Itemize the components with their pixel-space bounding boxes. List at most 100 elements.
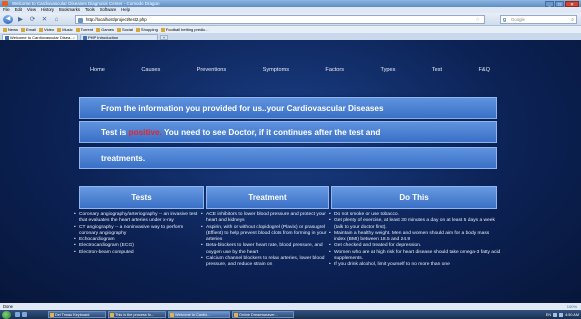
network-icon[interactable] — [553, 312, 558, 317]
result-text-line-1: From the information you provided for us… — [101, 104, 384, 113]
page-favicon-icon — [78, 17, 83, 23]
bookmark-video[interactable]: Video — [39, 26, 54, 33]
close-window-button[interactable]: ✕ — [565, 0, 579, 7]
bookmark-email[interactable]: Email — [21, 26, 36, 33]
browser-app-icon — [2, 1, 8, 6]
bookmark-news[interactable]: News — [3, 26, 18, 33]
stop-button[interactable]: ✕ — [40, 15, 49, 24]
bookmark-shopping[interactable]: Shopping — [135, 26, 158, 33]
test-status-positive: positive. — [128, 128, 162, 137]
treatment-list: ACE inhibitors to lower blood pressure a… — [201, 212, 330, 269]
folder-icon — [57, 27, 62, 32]
taskbar-item-dreamweaver[interactable]: Online Dreamweaver... — [232, 311, 294, 318]
tab-strip: Welcome to Cardiovascular Disea... × PHP… — [0, 33, 581, 40]
address-bar[interactable]: http://localhost/project/test2.php ☆ — [75, 15, 485, 24]
app-icon — [170, 313, 174, 317]
list-item: Coronary angiography/arteriography -- an… — [74, 212, 203, 225]
page-content: Home Causes Preventions Symptoms Factors… — [0, 40, 581, 303]
list-item: Beta-blockers to lower heart rate, blood… — [201, 243, 330, 256]
volume-icon[interactable] — [559, 312, 564, 317]
tab-label: Welcome to Cardiovascular Disea... — [10, 34, 74, 40]
list-item: Women who are at high risk for heart dis… — [329, 250, 501, 263]
search-box[interactable]: g Google ⌕ — [500, 15, 577, 24]
maximize-button[interactable]: □ — [555, 0, 564, 7]
list-item: Maintain a healthy weight. Men and women… — [329, 231, 501, 244]
quick-launch-folder-icon[interactable] — [22, 312, 27, 317]
result-banner-line-2: Test is positive. You need to see Doctor… — [79, 121, 497, 143]
taskbar: Del Trwau Keyboard This is the process f… — [0, 310, 581, 319]
status-text: Done — [3, 304, 14, 309]
nav-types[interactable]: Types — [380, 63, 395, 77]
url-text: http://localhost/project/test2.php — [86, 17, 147, 22]
bookmark-social[interactable]: Social — [117, 26, 133, 33]
app-icon — [234, 313, 238, 317]
forward-button[interactable]: ▶ — [16, 15, 25, 24]
result-text-prefix: Test is — [101, 128, 129, 137]
quick-launch-browser-icon[interactable] — [15, 312, 20, 317]
app-icon — [110, 313, 114, 317]
folder-icon — [96, 27, 101, 32]
status-bar: Done 100% — [0, 303, 581, 310]
status-indicators: 100% — [567, 303, 577, 310]
window-controls: _ □ ✕ — [545, 0, 579, 7]
folder-icon — [160, 27, 165, 32]
minimize-button[interactable]: _ — [545, 0, 554, 7]
list-item: CT angiography -- a noninvasive way to p… — [74, 225, 203, 238]
nav-factors[interactable]: Factors — [325, 63, 344, 77]
google-icon: g — [503, 17, 507, 23]
zoom-level[interactable]: 100% — [567, 303, 577, 310]
bookmark-music[interactable]: Music — [57, 26, 73, 33]
do-this-list: Do not smoke or use tobacco. Get plenty … — [329, 212, 501, 269]
taskbar-item-welcome[interactable]: Welcome to Cardio... — [168, 311, 230, 318]
app-icon — [50, 313, 54, 317]
nav-symptoms[interactable]: Symptoms — [263, 63, 289, 77]
bookmark-football[interactable]: Football betting predic... — [160, 26, 209, 33]
folder-icon — [117, 27, 122, 32]
taskbar-item-keyboard[interactable]: Del Trwau Keyboard — [48, 311, 106, 318]
bookmark-star-icon[interactable]: ☆ — [476, 16, 480, 24]
result-banner-line-3: treatments. — [79, 147, 497, 169]
list-item: Get plenty of exercise, at least 30 minu… — [329, 218, 501, 231]
nav-causes[interactable]: Causes — [141, 63, 160, 77]
list-item: Aspirin, with or without clopidogrel (Pl… — [201, 225, 330, 244]
result-text-line-3: treatments. — [101, 154, 146, 163]
new-tab-button[interactable]: + — [160, 34, 168, 40]
nav-test[interactable]: Test — [432, 63, 442, 77]
folder-icon — [21, 27, 26, 32]
search-placeholder: Google — [511, 17, 525, 22]
start-button-icon[interactable] — [2, 310, 11, 319]
taskbar-item-process[interactable]: This is the process fo... — [108, 311, 166, 318]
bookmark-games[interactable]: Games — [96, 26, 114, 33]
site-navigation: Home Causes Preventions Symptoms Factors… — [90, 63, 490, 77]
do-this-heading: Do This — [331, 186, 497, 209]
folder-icon — [135, 27, 140, 32]
list-item: Electron-beam computed — [74, 250, 203, 257]
result-text-suffix: You need to see Doctor, if it continues … — [161, 128, 381, 137]
search-icon[interactable]: ⌕ — [571, 16, 574, 24]
language-indicator[interactable]: EN — [546, 313, 551, 317]
window-title: Welcome to Cardiovascular Diseases Diagn… — [12, 1, 160, 6]
system-tray: EN 4:50 AM — [546, 311, 579, 318]
tab-label: PHP Introduction — [88, 34, 119, 40]
nav-preventions[interactable]: Preventions — [197, 63, 227, 77]
tests-list: Coronary angiography/arteriography -- an… — [74, 212, 203, 256]
reload-button[interactable]: ⟳ — [28, 15, 37, 24]
list-item: Calcium channel blockers to relax arteri… — [201, 256, 330, 269]
clock[interactable]: 4:50 AM — [565, 313, 579, 317]
home-button[interactable]: ⌂ — [52, 15, 61, 24]
nav-home[interactable]: Home — [90, 63, 105, 77]
bookmarks-bar: News Email Video Music Torrent Games Soc… — [0, 26, 581, 33]
bookmark-torrent[interactable]: Torrent — [75, 26, 93, 33]
list-item: If you drink alcohol, limit yourself to … — [329, 262, 501, 269]
navigation-toolbar: ◀ ▶ ⟳ ✕ ⌂ http://localhost/project/test2… — [0, 13, 581, 26]
folder-icon — [75, 27, 80, 32]
window-title-bar: Welcome to Cardiovascular Diseases Diagn… — [0, 0, 581, 7]
back-button[interactable]: ◀ — [3, 15, 13, 24]
tests-heading: Tests — [79, 186, 204, 209]
list-item: ACE inhibitors to lower blood pressure a… — [201, 212, 330, 225]
folder-icon — [3, 27, 7, 32]
folder-icon — [39, 27, 44, 32]
result-banner-line-1: From the information you provided for us… — [79, 97, 497, 119]
treatment-heading: Treatment — [206, 186, 329, 209]
nav-faq[interactable]: F&Q — [478, 63, 490, 77]
